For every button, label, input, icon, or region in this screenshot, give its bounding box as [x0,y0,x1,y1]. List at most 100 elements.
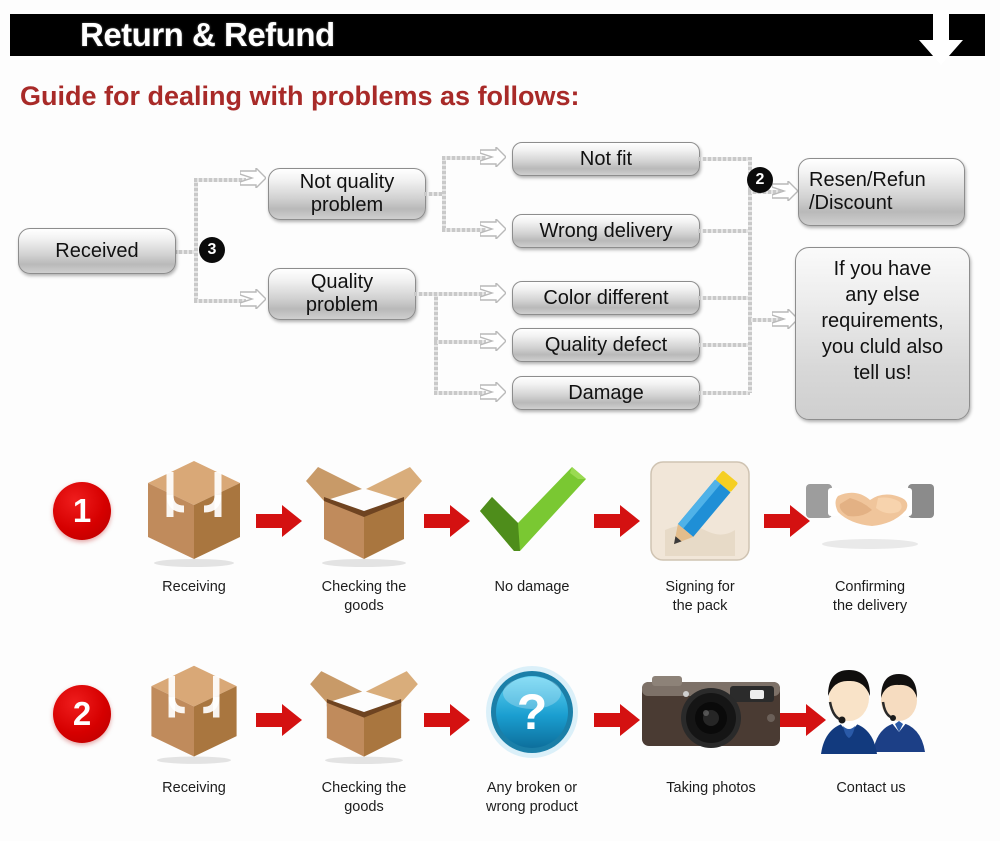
connector-notfit-out [698,157,750,161]
step-any-broken[interactable]: ? Any broken or wrong product [468,653,596,817]
step-label-line2: the delivery [832,598,908,614]
node-resolution[interactable]: Resen/Refun /Discount [798,158,965,226]
node-quality-problem-label-line2: problem [305,294,379,316]
arrowhead-icon [480,219,506,239]
step-confirming-delivery[interactable]: Confirming the delivery [800,452,940,616]
node-received[interactable]: Received [18,228,176,274]
node-wrong-delivery[interactable]: Wrong delivery [512,214,700,248]
node-extra-requirements-note[interactable]: If you have any else requirements, you c… [795,247,970,420]
step-receiving-label: Receiving [162,579,226,595]
step-label-line2: the pack [672,598,728,614]
node-not-fit[interactable]: Not fit [512,142,700,176]
note-line-4: you cluld also [821,336,944,358]
node-damage-label: Damage [568,381,644,404]
down-arrow-icon [919,10,963,65]
arrowhead-icon [480,147,506,167]
node-quality-defect[interactable]: Quality defect [512,328,700,362]
note-line-1: If you have [833,258,932,280]
handshake-icon [800,452,940,570]
guide-heading: Guide for dealing with problems as follo… [20,81,580,111]
red-arrow-icon [594,704,640,736]
connector-wrongdelivery-out [698,229,750,233]
row-number-2: 2 [53,685,111,743]
arrowhead-icon [480,382,506,402]
connector-q-out [414,292,436,296]
step-contact-us[interactable]: Contact us [806,653,936,798]
step-label-line1: Confirming [834,579,906,595]
node-resolution-label-line1: Resen/Refun [809,169,926,191]
step-label-line2: wrong product [486,799,578,815]
node-not-fit-label: Not fit [579,147,633,170]
step-label-line1: Signing for [665,579,735,595]
connector-color-out [698,296,750,300]
node-quality-problem-label-line1: Quality [310,271,374,293]
node-color-different[interactable]: Color different [512,281,700,315]
arrowhead-icon [480,283,506,303]
step-taking-photos-label: Taking photos [666,780,756,796]
svg-text:?: ? [517,684,548,740]
note-line-3: requirements, [821,310,944,332]
open-box-icon [300,452,428,570]
connector-damage-out [698,391,750,395]
step-no-damage-label: No damage [494,579,570,595]
red-arrow-icon [256,505,302,537]
node-wrong-delivery-label: Wrong delivery [539,219,673,242]
open-box-icon [300,653,428,771]
step-no-damage[interactable]: No damage [468,452,596,597]
step-label-line2: goods [344,799,384,815]
support-agents-icon [806,653,936,771]
process-row-2: 2 Receiving Checking the goods ? Any bro… [0,625,1000,825]
step-taking-photos[interactable]: Taking photos [636,653,786,798]
node-not-quality-problem[interactable]: Not quality problem [268,168,426,220]
step-signing-pack[interactable]: Signing for the pack [636,452,764,616]
arrowhead-icon [480,331,506,351]
node-damage[interactable]: Damage [512,376,700,410]
connector-nq-out [424,192,444,196]
note-line-2: any else [845,284,920,306]
connector-defect-out [698,343,750,347]
step-signing-pack-label: Signing for the pack [636,578,764,616]
step-receiving-2[interactable]: Receiving [130,653,258,798]
badge-branch-3: 3 [200,238,224,262]
step-receiving[interactable]: Receiving [130,452,258,597]
connector-branch-bottom [194,299,246,303]
step-checking-goods-2[interactable]: Checking the goods [300,653,428,817]
step-label-line2: goods [344,598,384,614]
step-contact-us-label: Contact us [836,780,906,796]
step-label-line1: Any broken or [486,780,578,796]
connector-nq-vertical [442,156,446,232]
connector-q-branch-2 [434,340,486,344]
step-checking-goods[interactable]: Checking the goods [300,452,428,616]
step-label-line1: Checking the [321,579,407,595]
node-received-label: Received [55,239,139,262]
badge-resolution-2: 2 [748,168,772,192]
camera-icon [636,653,786,771]
node-quality-defect-label: Quality defect [544,333,668,356]
connector-branch-top [194,178,246,182]
step-checking-goods-2-label: Checking the goods [300,779,428,817]
connector-received-out [174,250,196,254]
node-quality-problem[interactable]: Quality problem [268,268,416,320]
red-arrow-icon [256,704,302,736]
node-not-quality-problem-label-line1: Not quality [299,171,395,193]
step-confirming-delivery-label: Confirming the delivery [800,578,940,616]
connector-branch-vertical [194,178,198,303]
return-refund-page: Return & Refund Guide for dealing with p… [0,0,1000,841]
red-arrow-icon [424,704,470,736]
arrowhead-icon [240,289,266,309]
row-number-1: 1 [53,482,111,540]
node-color-different-label: Color different [543,286,669,309]
step-checking-goods-label: Checking the goods [300,578,428,616]
node-resolution-label-line2: /Discount [809,192,893,214]
arrowhead-icon [240,168,266,188]
node-not-quality-problem-label-line2: problem [310,194,384,216]
blue-question-icon: ? [468,653,596,771]
step-label-line1: Checking the [321,780,407,796]
sealed-box-icon [130,653,258,771]
connector-q-branch-3 [434,391,486,395]
green-check-icon [468,452,596,570]
page-title: Return & Refund [80,16,335,53]
step-any-broken-label: Any broken or wrong product [468,779,596,817]
arrowhead-icon [772,181,798,201]
problem-flowchart: 3 Received Not quality problem Quality p… [0,128,1000,428]
